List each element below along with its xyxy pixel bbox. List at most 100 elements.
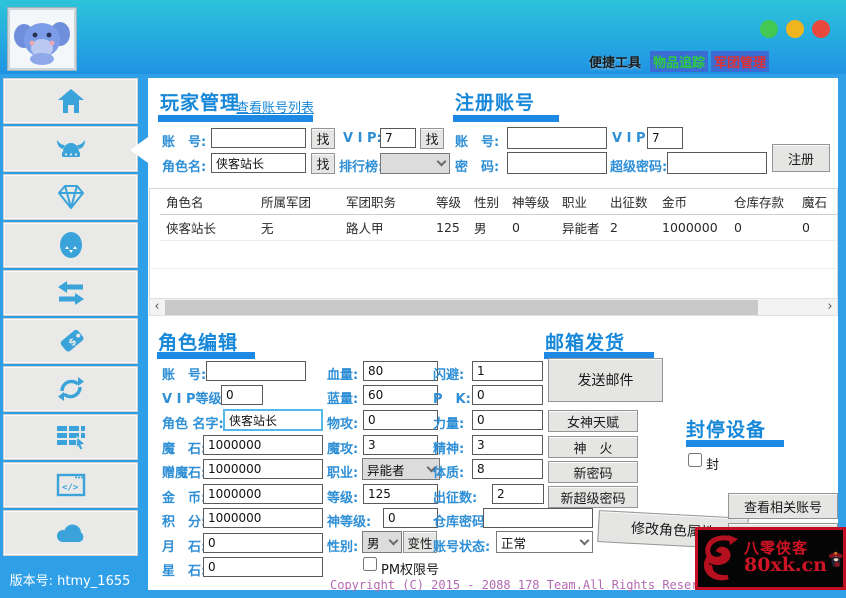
edit-role-name-input[interactable]	[223, 409, 323, 431]
table-row-cell[interactable]: 2	[604, 215, 656, 241]
ban-checkbox[interactable]	[688, 453, 702, 467]
mail-title: 邮箱发货	[545, 332, 626, 354]
col-header[interactable]: 仓库存款	[728, 189, 796, 215]
edit-moon-stone-input[interactable]	[203, 533, 323, 553]
table-row-cell[interactable]: 0	[796, 215, 837, 241]
change-gender-button[interactable]: 变性	[403, 531, 437, 553]
job-select-value: 异能者	[367, 462, 405, 478]
character-table[interactable]: 角色名 所属军团 军团职务 等级 性别 神等级 职业 出征数 金币 仓库存款 魔…	[149, 188, 838, 298]
search-account-input[interactable]	[211, 128, 306, 148]
pm-permission-checkbox[interactable]	[363, 557, 377, 571]
field-label: P K:	[433, 392, 471, 407]
god-fire-button[interactable]: 神 火	[548, 436, 638, 458]
register-button[interactable]: 注册	[772, 144, 830, 172]
menu-legion-management[interactable]: 军团管理	[711, 51, 770, 72]
sidebar-item-home[interactable]	[3, 78, 138, 124]
edit-expedition-input[interactable]	[492, 484, 544, 504]
sidebar-item-script[interactable]: </>	[3, 462, 138, 508]
edit-god-level-input[interactable]	[383, 508, 438, 528]
find-vip-button[interactable]: 找	[420, 128, 444, 149]
register-super-password-input[interactable]	[667, 152, 767, 174]
sidebar-item-player[interactable]	[3, 126, 138, 172]
traffic-light-yellow[interactable]	[786, 20, 804, 38]
ban-device-underline	[686, 440, 784, 447]
field-label: 星 石:	[162, 564, 207, 579]
chevron-down-icon	[388, 535, 399, 545]
table-row-cell[interactable]: 无	[255, 215, 340, 241]
traffic-light-red[interactable]	[812, 20, 830, 38]
table-row-cell[interactable]: 异能者	[556, 215, 604, 241]
goddess-talent-button[interactable]: 女神天赋	[548, 410, 638, 432]
table-row-cell[interactable]: 男	[468, 215, 506, 241]
find-role-button[interactable]: 找	[311, 153, 335, 174]
edit-magic-atk-input[interactable]	[363, 435, 438, 455]
send-mail-button[interactable]: 发送邮件	[548, 358, 663, 402]
sidebar-item-exchange[interactable]	[3, 270, 138, 316]
col-header[interactable]: 等级	[430, 189, 468, 215]
col-header[interactable]: 魔石	[796, 189, 837, 215]
edit-account-input[interactable]	[206, 361, 306, 381]
new-super-password-button[interactable]: 新超级密码	[548, 486, 638, 508]
edit-dodge-input[interactable]	[472, 361, 543, 381]
edit-gold-input[interactable]	[203, 484, 323, 504]
traffic-light-green[interactable]	[760, 20, 778, 38]
scroll-left-icon[interactable]: ‹	[150, 299, 164, 315]
char-edit-underline	[157, 352, 255, 359]
col-header[interactable]: 金币	[656, 189, 728, 215]
new-password-button[interactable]: 新密码	[548, 461, 638, 483]
edit-spirit-input[interactable]	[472, 435, 543, 455]
table-row-cell[interactable]: 路人甲	[340, 215, 430, 241]
register-password-label: 密 码:	[455, 160, 500, 175]
table-row-cell[interactable]: 1000000	[656, 215, 728, 241]
account-status-select[interactable]: 正常	[496, 531, 593, 553]
col-header[interactable]: 所属军团	[255, 189, 340, 215]
sidebar-item-database[interactable]	[3, 414, 138, 460]
table-row-cell[interactable]: 侠客站长	[160, 215, 255, 241]
find-account-button[interactable]: 找	[311, 128, 335, 149]
gender-select[interactable]: 男	[362, 531, 402, 553]
edit-phys-atk-input[interactable]	[363, 410, 438, 430]
edit-magic-stone-input[interactable]	[203, 435, 323, 455]
job-select[interactable]: 异能者	[362, 458, 440, 480]
col-header[interactable]: 军团职务	[340, 189, 430, 215]
view-related-accounts-button[interactable]: 查看相关账号	[728, 493, 838, 519]
menu-item-tracking[interactable]: 物品追踪	[650, 51, 709, 72]
col-header[interactable]: 出征数	[604, 189, 656, 215]
scrollbar-thumb[interactable]	[165, 300, 758, 315]
sidebar-item-cloud[interactable]	[3, 510, 138, 556]
edit-vip-level-input[interactable]	[221, 385, 263, 405]
table-row-cell[interactable]: 125	[430, 215, 468, 241]
col-header[interactable]: 职业	[556, 189, 604, 215]
edit-hp-input[interactable]	[363, 361, 438, 381]
view-account-list-link[interactable]: 查看账号列表	[236, 97, 314, 116]
edit-mp-input[interactable]	[363, 385, 438, 405]
search-role-input[interactable]	[211, 153, 306, 173]
col-header[interactable]: 性别	[468, 189, 506, 215]
ban-device-title: 封停设备	[686, 419, 767, 441]
table-row-cell[interactable]: 0	[506, 215, 556, 241]
register-password-input[interactable]	[507, 152, 607, 174]
col-header[interactable]: 神等级	[506, 189, 556, 215]
edit-points-input[interactable]	[203, 508, 323, 528]
rank-label: 排行榜:	[339, 160, 384, 175]
sidebar-item-pet[interactable]	[3, 222, 138, 268]
edit-level-input[interactable]	[363, 484, 438, 504]
search-vip-input[interactable]	[380, 128, 416, 148]
sidebar-item-refresh[interactable]	[3, 366, 138, 412]
register-account-input[interactable]	[507, 127, 607, 149]
register-vip-input[interactable]	[647, 127, 683, 149]
col-header[interactable]: 角色名	[160, 189, 255, 215]
table-horizontal-scrollbar[interactable]: ‹ ›	[149, 298, 838, 316]
rank-select[interactable]	[380, 153, 450, 174]
edit-star-stone-input[interactable]	[203, 557, 323, 577]
sidebar-item-items[interactable]	[3, 174, 138, 220]
edit-constitution-input[interactable]	[472, 459, 543, 479]
table-row-cell[interactable]: 0	[728, 215, 796, 241]
sidebar-item-shop[interactable]: $	[3, 318, 138, 364]
edit-pk-input[interactable]	[472, 385, 543, 405]
edit-strength-input[interactable]	[472, 410, 543, 430]
menu-quick-tools[interactable]: 便捷工具	[586, 51, 644, 72]
edit-warehouse-password-input[interactable]	[483, 508, 593, 528]
edit-gift-stone-input[interactable]	[203, 459, 323, 479]
scroll-right-icon[interactable]: ›	[823, 299, 837, 315]
